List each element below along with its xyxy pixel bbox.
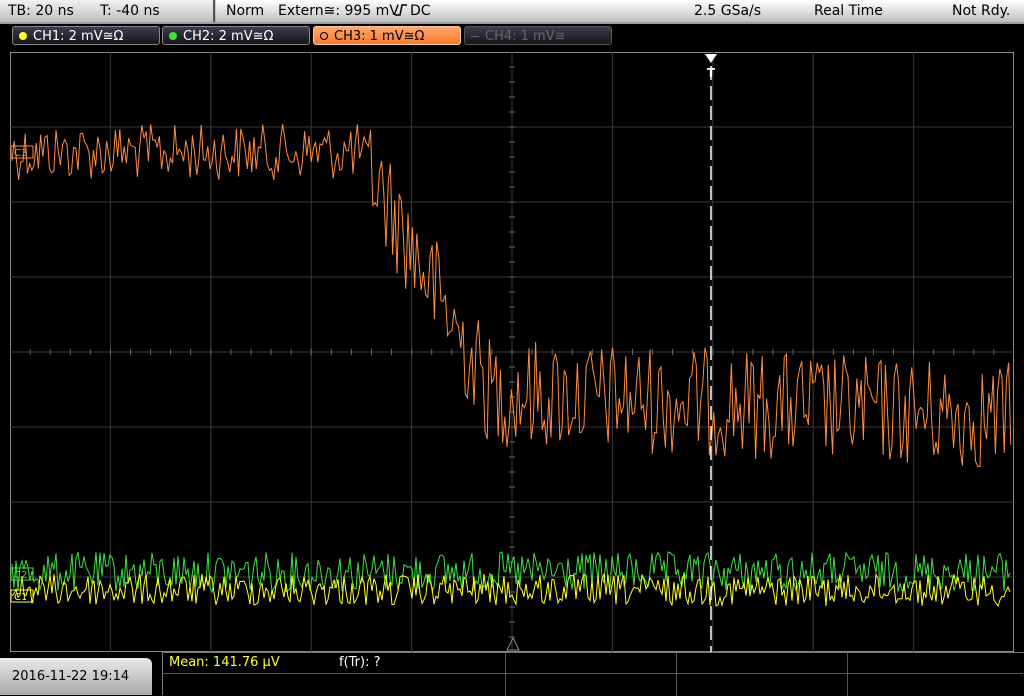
channel-1-dot-icon	[19, 32, 27, 40]
channel-3-button[interactable]: CH3: 1 mV≅Ω	[313, 26, 461, 45]
measurement-divider	[163, 673, 1023, 674]
channel-1-button[interactable]: CH1: 2 mV≅Ω	[12, 26, 160, 45]
timebase-panel[interactable]: TB: 20 ns T: -40 ns	[0, 0, 215, 22]
channel-bar: CH1: 2 mV≅Ω CH2: 2 mV≅Ω CH3: 1 mV≅Ω CH4:…	[0, 24, 1024, 48]
measurement-cell-3[interactable]	[677, 653, 848, 696]
channel-2-dot-icon	[169, 32, 177, 40]
run-status: Not Rdy.	[952, 3, 1011, 19]
channel-4-label: CH4: 1 mV≅	[485, 29, 566, 44]
waveform-display[interactable]: T C3 C2 C1	[10, 52, 1014, 652]
trigger-mode: Norm	[226, 3, 265, 19]
channel-4-dash-icon	[471, 36, 479, 37]
measurement-mean: Mean: 141.76 µV	[169, 655, 280, 670]
status-bar: TB: 20 ns T: -40 ns Norm Extern≅: 995 mV…	[0, 0, 1024, 24]
channel-2-marker-label: C2	[14, 570, 27, 581]
channel-3-marker-label: C3	[14, 148, 27, 159]
datetime-value: 2016-11-22 19:14	[12, 669, 130, 684]
acquisition-mode: Real Time	[814, 3, 883, 19]
channel-1-marker-label: C1	[14, 592, 27, 603]
channel-1-label: CH1: 2 mV≅Ω	[33, 29, 124, 44]
trigger-source: Extern≅: 995 mV	[278, 3, 399, 19]
channel-3-label: CH3: 1 mV≅Ω	[334, 29, 425, 44]
channel-4-button[interactable]: CH4: 1 mV≅	[464, 26, 612, 45]
rising-edge-icon	[394, 3, 408, 21]
timebase-value: TB: 20 ns	[8, 3, 74, 19]
acquisition-panel[interactable]: Norm Extern≅: 995 mV DC 2.5 GSa/s Real T…	[216, 0, 1024, 22]
measurement-rise-frequency: f(Tr): ?	[339, 655, 381, 670]
datetime-panel: 2016-11-22 19:14	[0, 658, 152, 695]
channel-2-button[interactable]: CH2: 2 mV≅Ω	[162, 26, 310, 45]
bottom-bar: 2016-11-22 19:14 Mean: 141.76 µV f(Tr): …	[0, 652, 1024, 696]
trigger-coupling: DC	[410, 3, 431, 19]
sample-rate: 2.5 GSa/s	[694, 3, 762, 19]
measurement-panel[interactable]: Mean: 141.76 µV f(Tr): ?	[162, 652, 1024, 696]
channel-2-label: CH2: 2 mV≅Ω	[183, 29, 274, 44]
measurement-cell-2[interactable]	[506, 653, 677, 696]
channel-3-dot-icon	[320, 32, 328, 40]
trigger-time-value: T: -40 ns	[100, 3, 160, 19]
trigger-marker-label: T	[707, 66, 716, 80]
